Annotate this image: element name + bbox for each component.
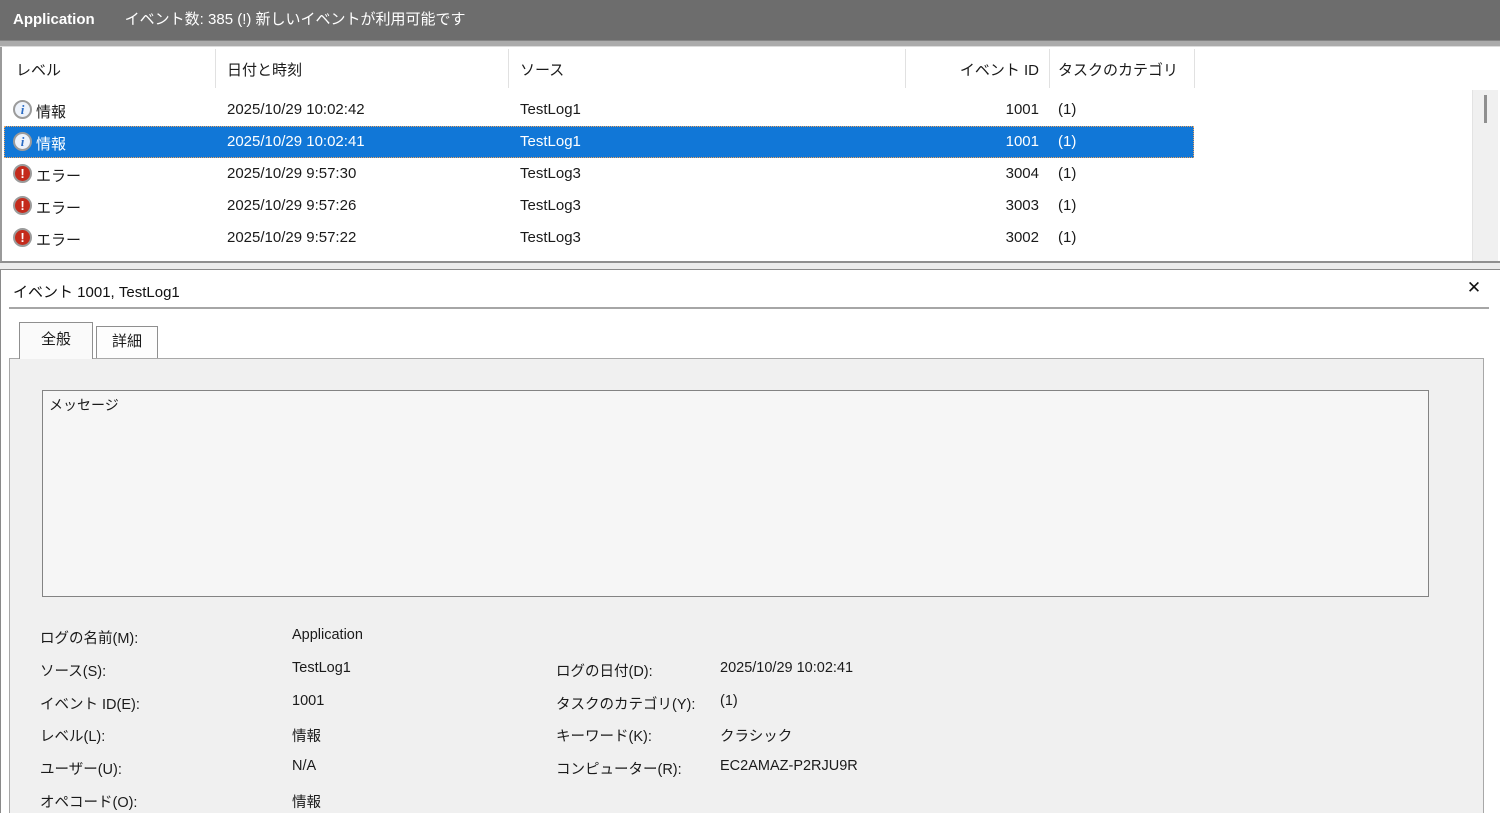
event-row[interactable]: ! エラー 2025/10/29 9:57:22 TestLog3 3002 (1) [2,222,1500,254]
event-detail-pane: イベント 1001, TestLog1 ✕ 全般 詳細 メッセージ ログの名前(… [0,270,1500,813]
property-label: ソース(S): [40,663,107,680]
cell-datetime: 2025/10/29 9:57:30 [227,165,357,182]
close-icon[interactable]: ✕ [1461,278,1487,302]
property-label: ログの名前(M): [40,631,139,647]
cell-category: (1) [1058,229,1077,246]
event-row[interactable]: i 情報 2025/10/29 10:02:41 TestLog1 1001 (1) [2,126,1500,158]
cell-level: エラー [36,168,82,185]
tab-general[interactable]: 全般 [19,322,93,359]
event-row[interactable]: i 情報 2025/10/29 10:02:42 TestLog1 1001 (1) [2,94,1500,126]
cell-level: 情報 [36,136,67,153]
property-value: TestLog1 [292,659,351,676]
column-header-level[interactable]: レベル [16,59,61,80]
cell-category: (1) [1058,101,1077,118]
property-label: イベント ID(E): [40,696,140,713]
log-header-bar: Application イベント数: 385 (!) 新しいイベントが利用可能です [0,0,1500,40]
property-row: イベント ID(E): 1001 タスクのカテゴリ(Y): (1) [10,693,1480,713]
cell-source: TestLog1 [520,101,581,118]
property-value: Application [292,627,363,643]
cell-datetime: 2025/10/29 9:57:26 [227,197,357,214]
cell-eventid: 1001 [1005,101,1039,118]
property-label: コンピューター(R): [556,762,682,779]
column-divider[interactable] [215,49,216,88]
list-scrollbar[interactable] [1472,90,1498,261]
property-value: (1) [720,692,738,709]
column-divider[interactable] [1194,49,1195,88]
log-name: Application [13,11,95,28]
property-label: タスクのカテゴリ(Y): [556,696,696,713]
column-divider[interactable] [1049,49,1050,88]
property-label: オペコード(O): [40,795,138,811]
cell-datetime: 2025/10/29 10:02:42 [227,101,365,118]
message-label: メッセージ [49,397,119,413]
cell-datetime: 2025/10/29 9:57:22 [227,229,357,246]
cell-category: (1) [1058,133,1077,150]
property-label: キーワード(K): [556,729,652,746]
column-header-datetime[interactable]: 日付と時刻 [227,59,302,80]
topbar-divider [0,40,1500,47]
tab-details[interactable]: 詳細 [96,326,158,359]
property-row: ユーザー(U): N/A コンピューター(R): EC2AMAZ-P2RJU9R [10,758,1480,778]
cell-eventid: 3004 [1005,165,1039,182]
cell-eventid: 1001 [1005,133,1039,150]
info-icon: i [13,100,32,119]
cell-level: エラー [36,232,82,249]
cell-source: TestLog3 [520,197,581,214]
event-list: レベル 日付と時刻 ソース イベント ID タスクのカテゴリ i 情報 2025/1… [0,47,1500,262]
info-icon: i [13,132,32,151]
cell-category: (1) [1058,197,1077,214]
column-header-source[interactable]: ソース [520,59,564,80]
property-label: ログの日付(D): [556,663,653,680]
property-label: レベル(L): [40,729,106,746]
property-row: ログの名前(M): Application [10,627,1480,647]
cell-category: (1) [1058,165,1077,182]
detail-pane-title: イベント 1001, TestLog1 [13,284,180,301]
property-value: 1001 [292,692,325,709]
general-tab-content: メッセージ ログの名前(M): Application ソース(S): TestLog… [9,358,1484,813]
error-icon: ! [13,164,32,183]
column-header-category[interactable]: タスクのカテゴリ [1058,59,1178,80]
property-row: オペコード(O): 情報 [10,791,1480,811]
property-value: 情報 [292,795,321,811]
cell-datetime: 2025/10/29 10:02:41 [227,133,365,150]
property-row: レベル(L): 情報 キーワード(K): クラシック [10,725,1480,745]
error-icon: ! [13,196,32,215]
cell-eventid: 3002 [1005,229,1039,246]
column-divider[interactable] [508,49,509,88]
column-divider[interactable] [905,49,906,88]
cell-level: 情報 [36,104,67,121]
property-label: ユーザー(U): [40,762,122,779]
cell-level: エラー [36,200,82,217]
event-list-header: レベル 日付と時刻 ソース イベント ID タスクのカテゴリ [2,47,1500,90]
property-value: クラシック [720,729,793,746]
event-row[interactable]: ! エラー 2025/10/29 9:57:26 TestLog3 3003 (1) [2,190,1500,222]
cell-source: TestLog3 [520,229,581,246]
cell-source: TestLog3 [520,165,581,182]
event-row[interactable]: ! エラー 2025/10/29 9:57:30 TestLog3 3004 (1) [2,158,1500,190]
event-viewer-window: Application イベント数: 385 (!) 新しいイベントが利用可能です… [0,0,1500,813]
pane-divider[interactable] [0,262,1500,270]
property-row: ソース(S): TestLog1 ログの日付(D): 2025/10/29 10:02… [10,660,1480,680]
cell-eventid: 3003 [1005,197,1039,214]
property-value: N/A [292,758,317,775]
property-value: 2025/10/29 10:02:41 [720,659,854,676]
cell-source: TestLog1 [520,133,581,150]
message-box[interactable]: メッセージ [42,390,1429,597]
detail-title-divider [9,307,1489,309]
scrollbar-thumb[interactable] [1484,95,1487,123]
property-value: 情報 [292,729,321,746]
error-icon: ! [13,228,32,247]
property-value: EC2AMAZ-P2RJU9R [720,758,858,775]
new-events-status: イベント数: 385 (!) 新しいイベントが利用可能です [124,11,466,28]
column-header-eventid[interactable]: イベント ID [905,59,1039,80]
